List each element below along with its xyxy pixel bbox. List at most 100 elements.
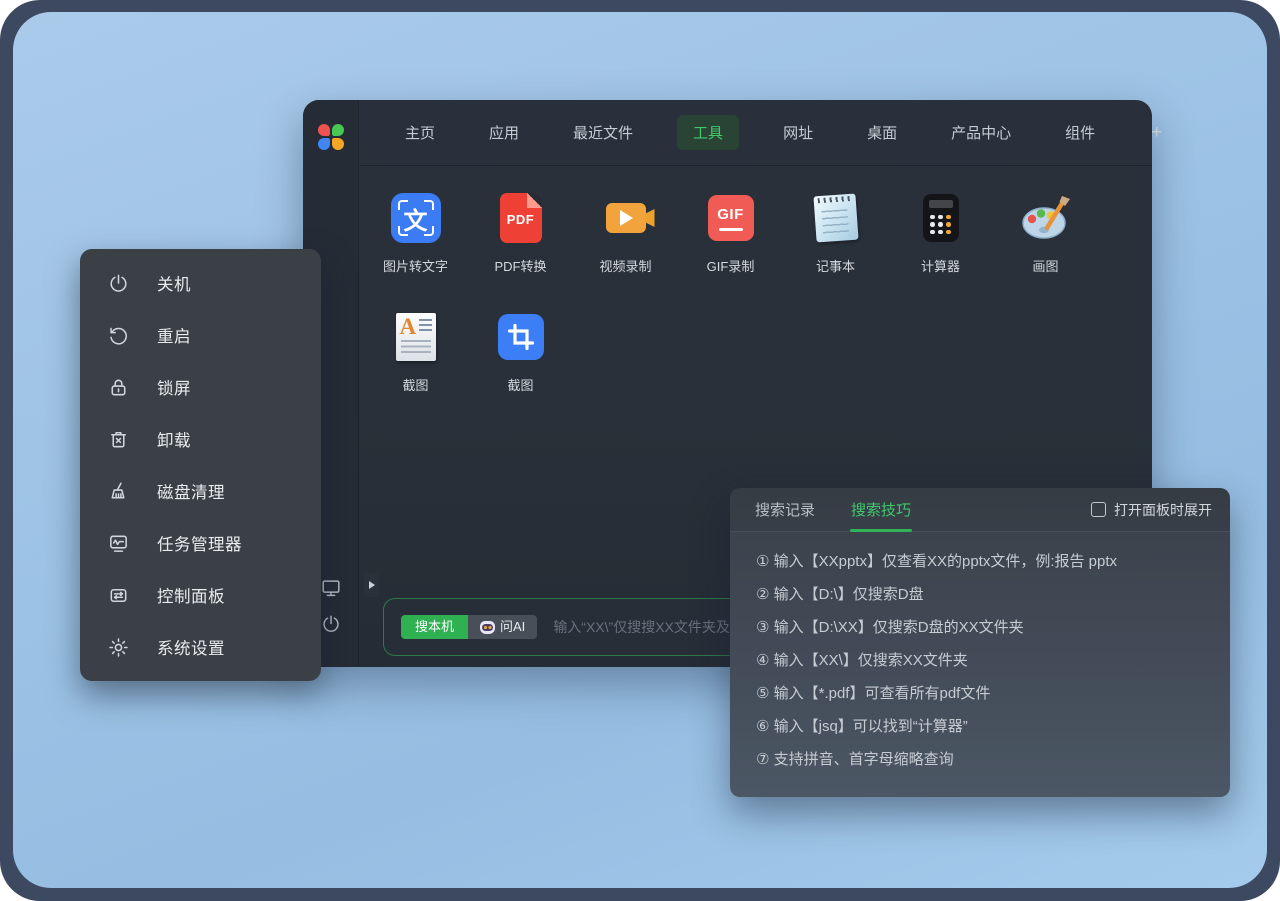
checkbox-label: 打开面板时展开 — [1114, 500, 1212, 520]
tab-home[interactable]: 主页 — [395, 115, 445, 150]
menu-item-control-panel[interactable]: 控制面板 — [80, 569, 321, 621]
tip-item: ⑦ 支持拼音、首字母缩略查询 — [756, 743, 1206, 776]
menu-item-label: 锁屏 — [157, 375, 191, 399]
crop-icon — [498, 314, 544, 360]
control-panel-icon — [107, 584, 130, 607]
play-triangle — [620, 210, 633, 226]
doc-lines — [419, 319, 432, 332]
screenshot-canvas: 主页 应用 最近文件 工具 网址 桌面 产品中心 组件 + 文 图片转文字 — [0, 0, 1280, 901]
expand-on-open-option[interactable]: 打开面板时展开 — [1091, 500, 1212, 520]
tip-item: ⑤ 输入【*.pdf】可查看所有pdf文件 — [756, 677, 1206, 710]
ask-ai-button[interactable]: 问AI — [468, 615, 537, 639]
task-manager-icon — [107, 532, 130, 555]
tab-urls[interactable]: 网址 — [773, 115, 823, 150]
tool-label: 截图 — [402, 375, 428, 394]
tool-gif-record[interactable]: GIF GIF录制 — [678, 192, 783, 275]
restart-icon — [107, 324, 130, 347]
menu-item-label: 控制面板 — [157, 583, 225, 607]
tool-pdf-convert[interactable]: PDF PDF转换 — [468, 192, 573, 275]
tab-bar: 主页 应用 最近文件 工具 网址 桌面 产品中心 组件 + — [359, 100, 1152, 166]
checkbox-unchecked[interactable] — [1091, 502, 1106, 517]
pdf-convert-icon: PDF — [500, 193, 542, 243]
menu-item-system-settings[interactable]: 系统设置 — [80, 621, 321, 673]
image-to-text-icon: 文 — [391, 193, 441, 243]
logo-petal-orange — [332, 138, 344, 150]
menu-item-uninstall[interactable]: 卸载 — [80, 413, 321, 465]
menu-item-restart[interactable]: 重启 — [80, 309, 321, 361]
scan-corner — [424, 226, 434, 236]
app-logo-icon[interactable] — [318, 124, 344, 150]
logo-petal-blue — [318, 138, 330, 150]
tool-notepad[interactable]: 记事本 — [783, 192, 888, 275]
tool-label: GIF录制 — [707, 256, 755, 275]
menu-item-label: 关机 — [157, 271, 191, 295]
tab-components[interactable]: 组件 — [1055, 115, 1105, 150]
disk-cleanup-broom-icon — [107, 480, 130, 503]
ask-ai-label: 问AI — [500, 619, 525, 635]
tab-desktop[interactable]: 桌面 — [857, 115, 907, 150]
tool-label: 图片转文字 — [383, 256, 448, 275]
tips-panel-header: 搜索记录 搜索技巧 打开面板时展开 — [730, 488, 1230, 532]
lock-icon — [107, 376, 130, 399]
tool-label: 截图 — [507, 375, 533, 394]
pdf-glyph: PDF — [507, 212, 535, 227]
calc-keys — [929, 213, 953, 236]
tab-recent-files[interactable]: 最近文件 — [563, 115, 643, 150]
tool-label: 视频录制 — [599, 256, 651, 275]
tool-screenshot-crop[interactable]: 截图 — [468, 311, 573, 394]
power-icon[interactable] — [320, 613, 342, 635]
power-context-menu: 关机 重启 锁屏 卸载 磁盘清理 — [80, 249, 321, 681]
uninstall-trash-icon — [107, 428, 130, 451]
monitor-icon[interactable] — [320, 577, 342, 599]
wordpad-document-icon: A — [396, 313, 436, 361]
video-record-icon — [606, 203, 646, 233]
tool-image-to-text[interactable]: 文 图片转文字 — [363, 192, 468, 275]
tab-product-center[interactable]: 产品中心 — [941, 115, 1021, 150]
logo-petal-green — [332, 124, 344, 136]
tool-calculator[interactable]: 计算器 — [888, 192, 993, 275]
robot-icon — [480, 621, 495, 634]
tool-screenshot-doc[interactable]: A 截图 — [363, 311, 468, 394]
search-mode-switch: 搜本机 问AI — [401, 615, 537, 639]
settings-gear-icon — [107, 636, 130, 659]
menu-item-label: 重启 — [157, 323, 191, 347]
gif-record-icon: GIF — [708, 195, 754, 241]
tab-search-tips[interactable]: 搜索技巧 — [851, 488, 911, 532]
calc-screen — [929, 200, 953, 208]
scan-corner — [398, 226, 408, 236]
tool-label: 画图 — [1032, 256, 1058, 275]
menu-item-shutdown[interactable]: 关机 — [80, 257, 321, 309]
menu-item-task-manager[interactable]: 任务管理器 — [80, 517, 321, 569]
doc-letter-glyph: A — [400, 314, 417, 340]
add-tab-button[interactable]: + — [1141, 115, 1172, 151]
gif-glyph: GIF — [717, 206, 744, 223]
tab-tools[interactable]: 工具 — [677, 115, 739, 150]
notepad-icon — [813, 194, 858, 243]
camera-lens — [645, 209, 655, 227]
tip-item: ③ 输入【D:\XX】仅搜索D盘的XX文件夹 — [756, 611, 1206, 644]
tool-label: 计算器 — [921, 256, 960, 275]
calculator-icon — [923, 194, 959, 242]
menu-item-label: 任务管理器 — [157, 531, 242, 555]
menu-item-label: 磁盘清理 — [157, 479, 225, 503]
expand-arrow-icon[interactable] — [364, 573, 379, 597]
tool-paint[interactable]: 画图 — [993, 192, 1098, 275]
doc-lines — [401, 340, 431, 356]
tip-item: ① 输入【XXpptx】仅查看XX的pptx文件，例:报告 pptx — [756, 545, 1206, 578]
menu-item-lock-screen[interactable]: 锁屏 — [80, 361, 321, 413]
search-local-button[interactable]: 搜本机 — [401, 615, 468, 639]
tool-label: 记事本 — [816, 256, 855, 275]
tools-grid: 文 图片转文字 PDF PDF转换 视频录制 G — [359, 166, 1152, 394]
tool-video-record[interactable]: 视频录制 — [573, 192, 678, 275]
menu-item-label: 系统设置 — [157, 635, 225, 659]
menu-item-disk-cleanup[interactable]: 磁盘清理 — [80, 465, 321, 517]
right-triangle-glyph — [369, 581, 375, 589]
tool-label: PDF转换 — [494, 256, 546, 275]
page-fold — [527, 193, 542, 208]
scan-corner — [398, 200, 408, 210]
tab-apps[interactable]: 应用 — [479, 115, 529, 150]
tips-list: ① 输入【XXpptx】仅查看XX的pptx文件，例:报告 pptx ② 输入【… — [730, 532, 1230, 776]
tab-search-history[interactable]: 搜索记录 — [755, 488, 815, 532]
tip-item: ② 输入【D:\】仅搜索D盘 — [756, 578, 1206, 611]
power-icon — [107, 272, 130, 295]
